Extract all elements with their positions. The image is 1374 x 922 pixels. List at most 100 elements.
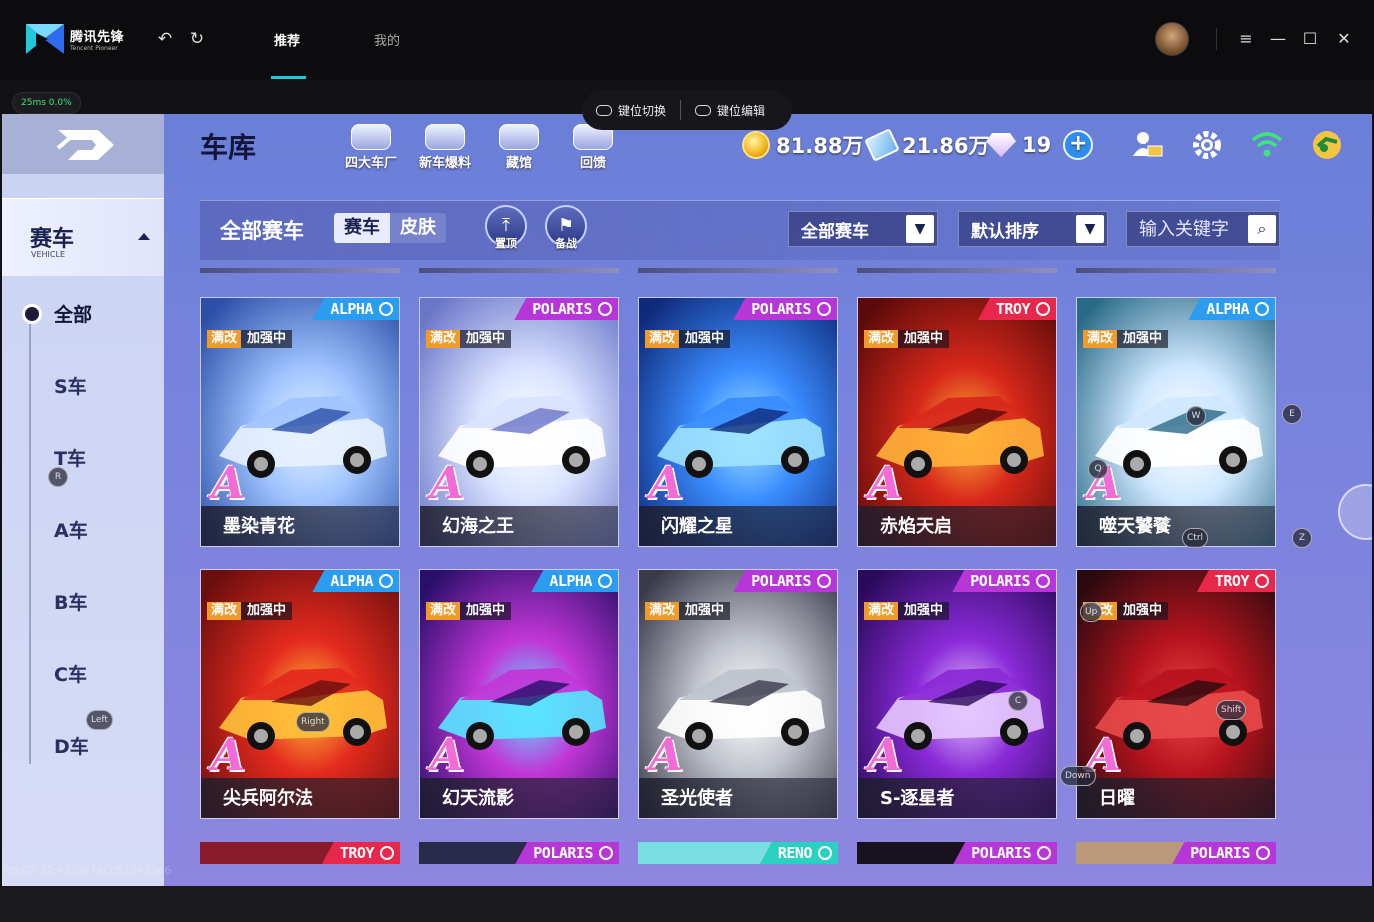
car-class-badge: POLARIS: [515, 842, 619, 864]
car-card-partial[interactable]: TROY: [200, 842, 400, 864]
tag-buffed: 加强中: [241, 602, 293, 620]
sidebar-item-all[interactable]: 全部: [54, 300, 92, 327]
car-card[interactable]: POLARIS 满改 加强中 A 闪耀之星: [638, 297, 838, 547]
sidebar-item-s[interactable]: S车: [54, 372, 87, 399]
factory-icon: [351, 124, 391, 150]
undo-icon[interactable]: ↶: [156, 30, 174, 48]
keymap-toolbar: 键位切换 键位编辑: [582, 90, 792, 130]
car-status-tags: 满改 加强中: [207, 602, 293, 620]
car-card[interactable]: POLARIS 满改 加强中 A 幻海之王: [419, 297, 619, 547]
sidebar-item-c[interactable]: C车: [54, 660, 87, 687]
menu-icon[interactable]: ≡: [1238, 30, 1254, 48]
car-status-tags: 满改 加强中: [426, 330, 512, 348]
car-name: 圣光使者: [661, 788, 733, 809]
car-grade: A: [211, 730, 246, 781]
search-icon[interactable]: ⌕: [1248, 215, 1276, 243]
vehicle-type-label: 全部赛车: [801, 221, 869, 242]
collapse-arrow-icon[interactable]: [138, 233, 150, 240]
sidebar-item-d[interactable]: D车: [54, 732, 89, 759]
key-edit-button[interactable]: 键位编辑: [681, 102, 779, 119]
refresh-icon[interactable]: ↻: [188, 30, 206, 48]
car-card-partial[interactable]: POLARIS: [1076, 842, 1276, 864]
diamond-value: 19: [1022, 133, 1052, 157]
tab-recommend[interactable]: 推荐: [274, 30, 300, 49]
search-input[interactable]: [1127, 218, 1245, 240]
class-emblem-icon: [1036, 302, 1050, 316]
gear-icon[interactable]: [1190, 128, 1224, 162]
avatar[interactable]: [1155, 22, 1189, 56]
nav-factories[interactable]: 四大车厂: [336, 124, 406, 171]
car-card[interactable]: TROY 满改 加强中 A 赤焰天启: [857, 297, 1057, 547]
car-class-badge: ALPHA: [531, 570, 618, 592]
tag-fully-modified: 满改: [207, 602, 242, 620]
car-card[interactable]: ALPHA 满改 加强中 A 墨染青花: [200, 297, 400, 547]
car-card[interactable]: ALPHA 满改 加强中 A 尖兵阿尔法: [200, 569, 400, 819]
add-currency-button[interactable]: +: [1063, 130, 1094, 160]
car-class-badge: RENO: [759, 842, 838, 864]
nav-new-cars-label: 新车爆料: [418, 156, 471, 171]
network-accel-icon[interactable]: [1310, 128, 1344, 162]
new-car-icon: [425, 124, 465, 150]
side-joystick[interactable]: [1338, 484, 1372, 540]
car-class-badge: POLARIS: [733, 570, 837, 592]
car-card[interactable]: POLARIS 满改 加强中 A S-逐星者: [857, 569, 1057, 819]
category-vehicle[interactable]: 赛车 VEHICLE: [2, 198, 164, 276]
class-emblem-icon: [817, 302, 831, 316]
logo-title: 腾讯先锋: [70, 30, 125, 45]
nav-factories-label: 四大车厂: [344, 156, 397, 171]
car-name: S-逐星者: [880, 788, 955, 809]
pin-top-button[interactable]: ⤒ 置顶: [484, 205, 528, 257]
class-emblem-icon: [1036, 574, 1050, 588]
toggle-skin[interactable]: 皮肤: [390, 213, 446, 243]
game-viewport[interactable]: 赛车 VEHICLE 全部 S车 T车 A车 B车 C车 D车 车库 四大车厂 …: [2, 114, 1372, 886]
vehicle-type-dropdown[interactable]: 全部赛车 ▼: [788, 211, 938, 247]
close-icon[interactable]: ✕: [1336, 30, 1352, 48]
car-grade: A: [430, 458, 465, 509]
diamond-icon: [986, 133, 1016, 157]
sidebar-item-b[interactable]: B车: [54, 588, 87, 615]
nav-rewards[interactable]: 回馈: [558, 124, 628, 171]
gamepad-icon: [596, 104, 612, 116]
car-card-partial[interactable]: POLARIS: [419, 842, 619, 864]
car-class-badge: TROY: [977, 298, 1056, 320]
class-emblem-icon: [1255, 302, 1269, 316]
ticket-value: 21.86万: [902, 134, 990, 158]
car-card-partial[interactable]: RENO: [638, 842, 838, 864]
sort-dropdown[interactable]: 默认排序 ▼: [958, 211, 1108, 247]
prepare-button[interactable]: ⚑ 备战: [544, 205, 588, 257]
car-card-partial[interactable]: POLARIS: [857, 842, 1057, 864]
car-card[interactable]: TROY 满改 加强中 A 日曜: [1076, 569, 1276, 819]
class-emblem-icon: [599, 846, 613, 860]
maximize-icon[interactable]: ☐: [1302, 30, 1318, 48]
tag-buffed: 加强中: [1117, 602, 1169, 620]
key-hint-badge: Shift: [1216, 700, 1247, 720]
car-class-label: ALPHA: [549, 572, 592, 590]
category-title: 赛车: [30, 227, 75, 252]
car-class-label: ALPHA: [1206, 300, 1249, 318]
minimize-icon[interactable]: —: [1270, 30, 1286, 48]
sort-label: 默认排序: [971, 221, 1039, 242]
tab-mine[interactable]: 我的: [374, 30, 400, 49]
car-card[interactable]: POLARIS 满改 加强中 A 圣光使者: [638, 569, 838, 819]
car-name: 赤焰天启: [880, 516, 952, 537]
logo-subtitle: Tencent Pioneer: [70, 45, 118, 52]
key-switch-label: 键位切换: [618, 103, 667, 118]
filter-title: 全部赛车: [220, 219, 304, 243]
class-emblem-icon: [598, 574, 612, 588]
nav-new-cars[interactable]: 新车爆料: [410, 124, 480, 171]
friends-mail-icon[interactable]: [1130, 128, 1164, 162]
nav-museum-label: 藏馆: [505, 156, 532, 171]
car-class-label: RENO: [777, 844, 813, 862]
key-switch-button[interactable]: 键位切换: [582, 102, 680, 119]
car-card[interactable]: ALPHA 满改 加强中 A 幻天流影: [419, 569, 619, 819]
car-class-badge: POLARIS: [733, 298, 837, 320]
logo-icon: [26, 24, 64, 54]
car-grade: A: [649, 458, 684, 509]
nav-museum[interactable]: 藏馆: [484, 124, 554, 171]
car-card[interactable]: ALPHA 满改 加强中 A 噬天饕餮: [1076, 297, 1276, 547]
car-status-tags: 满改 加强中: [645, 330, 731, 348]
car-name: 幻天流影: [442, 788, 514, 809]
previous-row-edge: [200, 268, 400, 273]
toggle-vehicle[interactable]: 赛车: [334, 213, 390, 243]
sidebar-item-a[interactable]: A车: [54, 516, 88, 543]
